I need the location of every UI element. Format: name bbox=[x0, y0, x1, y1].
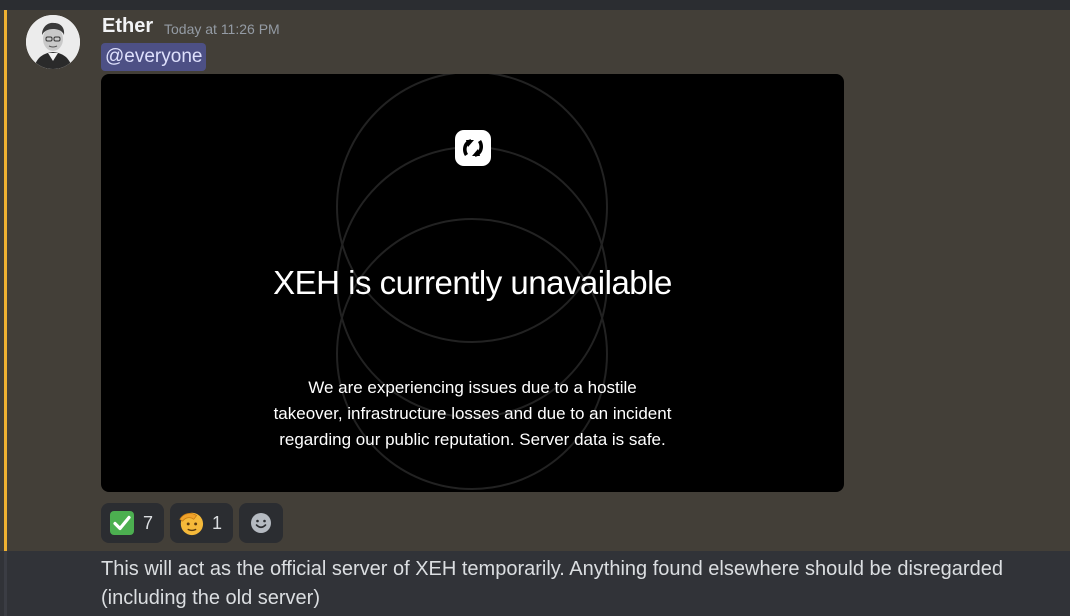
reactions-bar: 7 1 bbox=[101, 503, 284, 543]
message-timestamp[interactable]: Today at 11:26 PM bbox=[164, 21, 280, 37]
reaction-count: 1 bbox=[212, 512, 223, 533]
message-body: This will act as the official server of … bbox=[101, 558, 1003, 609]
attachment-body-line: regarding our public reputation. Server … bbox=[279, 430, 666, 449]
white-check-mark-icon bbox=[109, 510, 135, 536]
everyone-mention[interactable]: @everyone bbox=[101, 43, 207, 71]
attachment-body-line: takeover, infrastructure losses and due … bbox=[273, 404, 672, 423]
attachment-body: We are experiencing issues due to a host… bbox=[101, 375, 844, 453]
attachment-body-line: We are experiencing issues due to a host… bbox=[308, 378, 637, 397]
smiley-icon bbox=[251, 513, 272, 533]
top-strip bbox=[0, 0, 1070, 10]
attachment-headline: XEH is currently unavailable bbox=[273, 264, 672, 301]
avatar[interactable] bbox=[26, 15, 80, 69]
avatar-image bbox=[26, 15, 80, 69]
message-continuation-bar bbox=[4, 551, 7, 616]
mention-highlight-bar bbox=[4, 10, 7, 551]
author-name[interactable]: Ether bbox=[102, 15, 153, 38]
add-reaction-button[interactable] bbox=[239, 503, 284, 543]
reaction-salute[interactable]: 1 bbox=[170, 503, 234, 543]
xeh-logo-icon bbox=[455, 130, 491, 166]
image-attachment[interactable]: XEH is currently unavailable We are expe… bbox=[101, 74, 844, 492]
saluting-face-icon bbox=[178, 510, 204, 536]
reaction-count: 7 bbox=[143, 512, 154, 533]
reaction-check[interactable]: 7 bbox=[101, 503, 165, 543]
